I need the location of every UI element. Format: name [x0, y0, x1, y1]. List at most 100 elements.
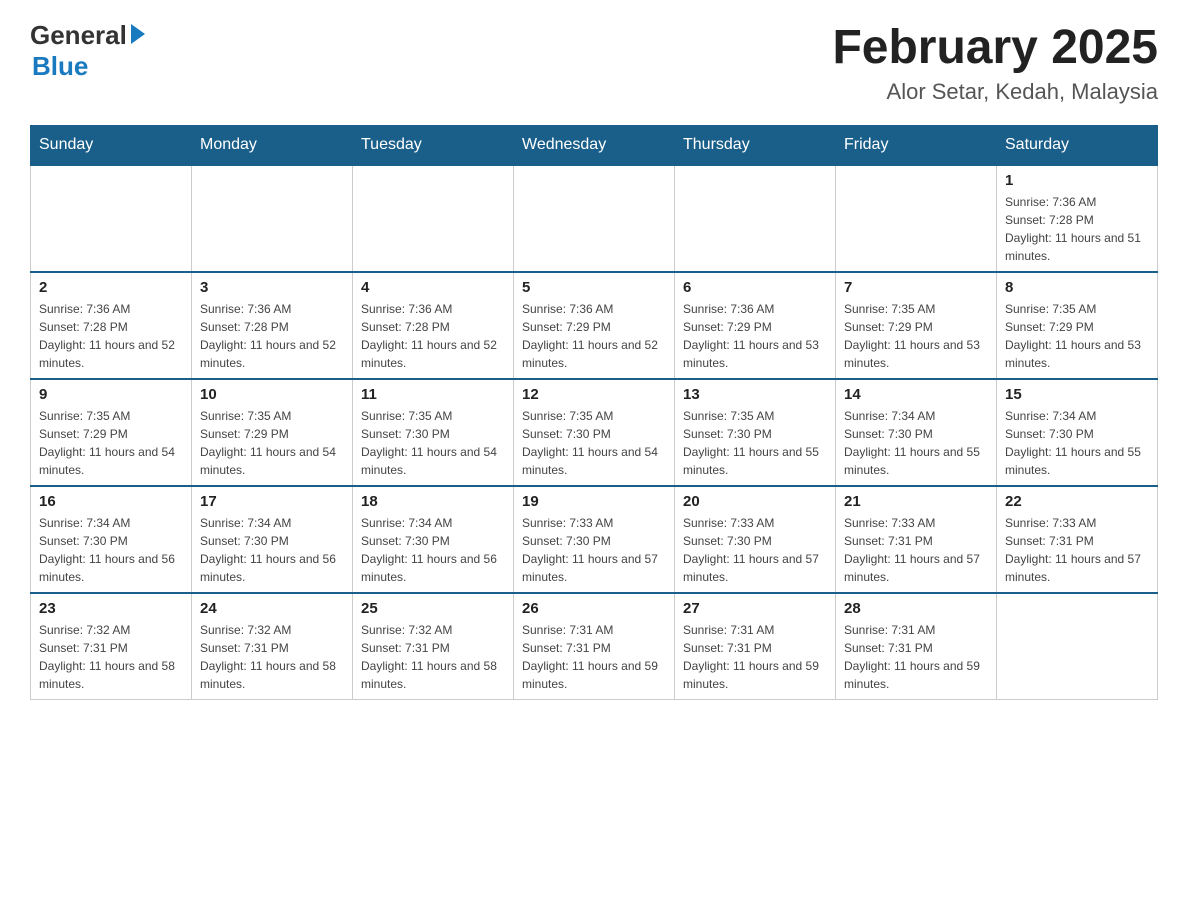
day-number: 14 — [844, 386, 988, 403]
day-number: 27 — [683, 600, 827, 617]
day-header-friday: Friday — [836, 126, 997, 166]
day-header-tuesday: Tuesday — [353, 126, 514, 166]
calendar-cell: 28Sunrise: 7:31 AMSunset: 7:31 PMDayligh… — [836, 593, 997, 700]
day-info: Sunrise: 7:35 AMSunset: 7:29 PMDaylight:… — [200, 407, 344, 479]
day-info: Sunrise: 7:35 AMSunset: 7:30 PMDaylight:… — [361, 407, 505, 479]
calendar-cell: 9Sunrise: 7:35 AMSunset: 7:29 PMDaylight… — [31, 379, 192, 486]
calendar-cell: 21Sunrise: 7:33 AMSunset: 7:31 PMDayligh… — [836, 486, 997, 593]
day-number: 12 — [522, 386, 666, 403]
calendar-cell: 17 Sunrise: 7:34 AMSunset: 7:30 PMDayligh… — [192, 486, 353, 593]
day-number: 4 — [361, 279, 505, 296]
month-title: February 2025 — [832, 20, 1158, 75]
calendar-cell: 4 Sunrise: 7:36 AMSunset: 7:28 PMDaylight… — [353, 272, 514, 379]
day-info: Sunrise: 7:32 AMSunset: 7:31 PMDaylight:… — [361, 621, 505, 693]
calendar-cell: 6 Sunrise: 7:36 AMSunset: 7:29 PMDaylight… — [675, 272, 836, 379]
day-header-thursday: Thursday — [675, 126, 836, 166]
day-info: Sunrise: 7:35 AMSunset: 7:30 PMDaylight:… — [683, 407, 827, 479]
day-number: 11 — [361, 386, 505, 403]
day-number: 16 — [39, 493, 183, 510]
calendar-cell: 5Sunrise: 7:36 AMSunset: 7:29 PMDaylight… — [514, 272, 675, 379]
day-number: 26 — [522, 600, 666, 617]
logo-triangle-icon — [131, 24, 145, 44]
day-header-sunday: Sunday — [31, 126, 192, 166]
logo-general-text: General — [30, 20, 145, 51]
day-number: 22 — [1005, 493, 1149, 510]
calendar-cell — [353, 165, 514, 272]
day-number: 8 — [1005, 279, 1149, 296]
calendar-cell: 13 Sunrise: 7:35 AMSunset: 7:30 PMDayligh… — [675, 379, 836, 486]
day-number: 3 — [200, 279, 344, 296]
day-number: 5 — [522, 279, 666, 296]
day-info: Sunrise: 7:36 AMSunset: 7:28 PMDaylight:… — [39, 300, 183, 372]
calendar-cell: 10 Sunrise: 7:35 AMSunset: 7:29 PMDayligh… — [192, 379, 353, 486]
day-info: Sunrise: 7:33 AMSunset: 7:30 PMDaylight:… — [522, 514, 666, 586]
day-info: Sunrise: 7:34 AMSunset: 7:30 PMDaylight:… — [1005, 407, 1149, 479]
day-info: Sunrise: 7:34 AMSunset: 7:30 PMDaylight:… — [844, 407, 988, 479]
day-number: 21 — [844, 493, 988, 510]
day-info: Sunrise: 7:36 AMSunset: 7:28 PMDaylight:… — [361, 300, 505, 372]
day-number: 10 — [200, 386, 344, 403]
calendar-cell: 25Sunrise: 7:32 AMSunset: 7:31 PMDayligh… — [353, 593, 514, 700]
calendar-cell — [192, 165, 353, 272]
day-number: 18 — [361, 493, 505, 510]
calendar-cell: 16 Sunrise: 7:34 AMSunset: 7:30 PMDayligh… — [31, 486, 192, 593]
calendar-cell: 26 Sunrise: 7:31 AMSunset: 7:31 PMDayligh… — [514, 593, 675, 700]
calendar-cell — [836, 165, 997, 272]
day-header-saturday: Saturday — [997, 126, 1158, 166]
calendar-cell — [31, 165, 192, 272]
day-number: 20 — [683, 493, 827, 510]
day-info: Sunrise: 7:32 AMSunset: 7:31 PMDaylight:… — [39, 621, 183, 693]
calendar-table: SundayMondayTuesdayWednesdayThursdayFrid… — [30, 125, 1158, 700]
day-number: 6 — [683, 279, 827, 296]
calendar-cell: 24 Sunrise: 7:32 AMSunset: 7:31 PMDayligh… — [192, 593, 353, 700]
day-number: 13 — [683, 386, 827, 403]
calendar-cell: 27 Sunrise: 7:31 AMSunset: 7:31 PMDayligh… — [675, 593, 836, 700]
day-number: 2 — [39, 279, 183, 296]
calendar-cell: 12 Sunrise: 7:35 AMSunset: 7:30 PMDayligh… — [514, 379, 675, 486]
calendar-cell: 11 Sunrise: 7:35 AMSunset: 7:30 PMDayligh… — [353, 379, 514, 486]
day-info: Sunrise: 7:34 AMSunset: 7:30 PMDaylight:… — [361, 514, 505, 586]
calendar-cell: 23 Sunrise: 7:32 AMSunset: 7:31 PMDayligh… — [31, 593, 192, 700]
day-header-wednesday: Wednesday — [514, 126, 675, 166]
day-info: Sunrise: 7:35 AMSunset: 7:29 PMDaylight:… — [39, 407, 183, 479]
calendar-cell: 7 Sunrise: 7:35 AMSunset: 7:29 PMDaylight… — [836, 272, 997, 379]
calendar-week-row: 1Sunrise: 7:36 AMSunset: 7:28 PMDaylight… — [31, 165, 1158, 272]
day-info: Sunrise: 7:35 AMSunset: 7:30 PMDaylight:… — [522, 407, 666, 479]
calendar-cell — [514, 165, 675, 272]
calendar-cell: 18 Sunrise: 7:34 AMSunset: 7:30 PMDayligh… — [353, 486, 514, 593]
logo: General Blue — [30, 20, 145, 82]
header: General Blue February 2025 Alor Setar, K… — [30, 20, 1158, 105]
calendar-cell: 15Sunrise: 7:34 AMSunset: 7:30 PMDayligh… — [997, 379, 1158, 486]
calendar-cell: 19Sunrise: 7:33 AMSunset: 7:30 PMDayligh… — [514, 486, 675, 593]
day-info: Sunrise: 7:31 AMSunset: 7:31 PMDaylight:… — [522, 621, 666, 693]
day-info: Sunrise: 7:34 AMSunset: 7:30 PMDaylight:… — [39, 514, 183, 586]
location: Alor Setar, Kedah, Malaysia — [832, 79, 1158, 105]
calendar-cell: 20 Sunrise: 7:33 AMSunset: 7:30 PMDayligh… — [675, 486, 836, 593]
day-info: Sunrise: 7:35 AMSunset: 7:29 PMDaylight:… — [1005, 300, 1149, 372]
day-number: 23 — [39, 600, 183, 617]
day-info: Sunrise: 7:32 AMSunset: 7:31 PMDaylight:… — [200, 621, 344, 693]
day-info: Sunrise: 7:31 AMSunset: 7:31 PMDaylight:… — [683, 621, 827, 693]
calendar-week-row: 2 Sunrise: 7:36 AMSunset: 7:28 PMDaylight… — [31, 272, 1158, 379]
title-area: February 2025 Alor Setar, Kedah, Malaysi… — [832, 20, 1158, 105]
calendar-cell: 1Sunrise: 7:36 AMSunset: 7:28 PMDaylight… — [997, 165, 1158, 272]
day-number: 17 — [200, 493, 344, 510]
day-info: Sunrise: 7:35 AMSunset: 7:29 PMDaylight:… — [844, 300, 988, 372]
day-number: 1 — [1005, 172, 1149, 189]
day-number: 24 — [200, 600, 344, 617]
calendar-week-row: 23 Sunrise: 7:32 AMSunset: 7:31 PMDayligh… — [31, 593, 1158, 700]
day-info: Sunrise: 7:36 AMSunset: 7:29 PMDaylight:… — [683, 300, 827, 372]
day-number: 7 — [844, 279, 988, 296]
calendar-week-row: 16 Sunrise: 7:34 AMSunset: 7:30 PMDayligh… — [31, 486, 1158, 593]
calendar-cell — [675, 165, 836, 272]
calendar-cell: 2 Sunrise: 7:36 AMSunset: 7:28 PMDaylight… — [31, 272, 192, 379]
day-info: Sunrise: 7:33 AMSunset: 7:30 PMDaylight:… — [683, 514, 827, 586]
day-info: Sunrise: 7:31 AMSunset: 7:31 PMDaylight:… — [844, 621, 988, 693]
day-info: Sunrise: 7:36 AMSunset: 7:28 PMDaylight:… — [200, 300, 344, 372]
calendar-cell: 8 Sunrise: 7:35 AMSunset: 7:29 PMDaylight… — [997, 272, 1158, 379]
day-info: Sunrise: 7:34 AMSunset: 7:30 PMDaylight:… — [200, 514, 344, 586]
day-info: Sunrise: 7:33 AMSunset: 7:31 PMDaylight:… — [1005, 514, 1149, 586]
calendar-cell: 22 Sunrise: 7:33 AMSunset: 7:31 PMDayligh… — [997, 486, 1158, 593]
calendar-cell: 14 Sunrise: 7:34 AMSunset: 7:30 PMDayligh… — [836, 379, 997, 486]
calendar-header-row: SundayMondayTuesdayWednesdayThursdayFrid… — [31, 126, 1158, 166]
